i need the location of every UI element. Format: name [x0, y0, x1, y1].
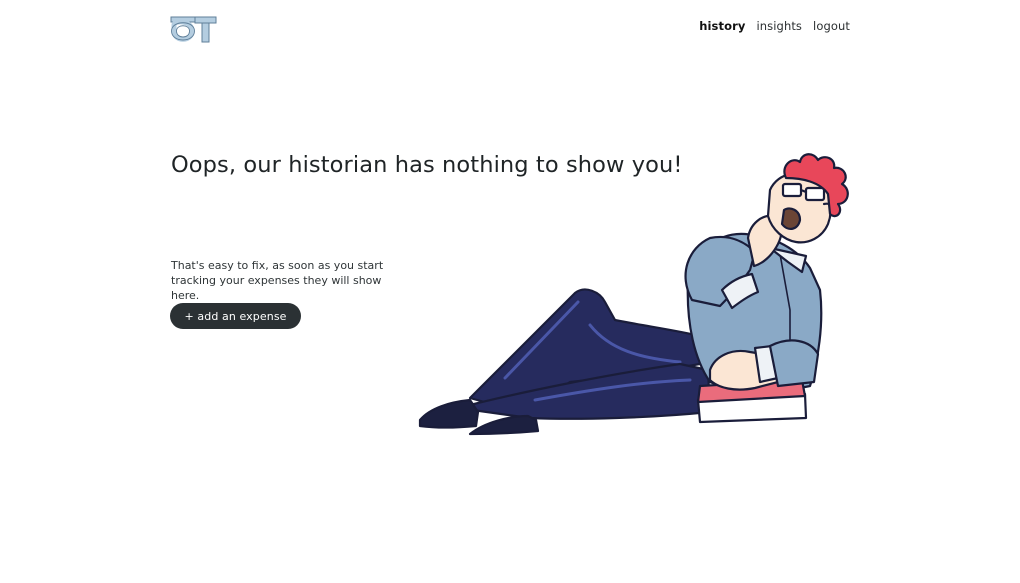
nav-history-link[interactable]: history	[699, 19, 745, 33]
historian-illustration-icon	[418, 153, 849, 436]
ot-logo[interactable]	[170, 16, 218, 44]
reclining-historian-illustration	[410, 150, 860, 440]
add-expense-button[interactable]: + add an expense	[170, 303, 301, 329]
ot-logo-icon	[170, 16, 217, 43]
nav-logout-link[interactable]: logout	[813, 19, 850, 33]
nav-insights-link[interactable]: insights	[756, 19, 802, 33]
main-nav: history insights logout	[699, 19, 850, 33]
empty-state-description: That's easy to fix, as soon as you start…	[171, 259, 384, 302]
empty-history-page: history insights logout Oops, our histor…	[0, 0, 1020, 583]
